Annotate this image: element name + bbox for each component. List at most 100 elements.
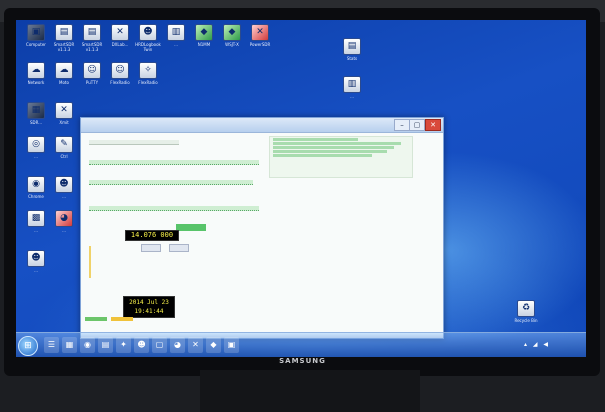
- hrd-logbook-icon[interactable]: ☻ HRDLogbook Twin: [134, 24, 162, 52]
- app-icon-image: ▤: [83, 24, 101, 41]
- control-button[interactable]: [169, 244, 189, 252]
- app-icon[interactable]: ☻ ...: [50, 176, 78, 199]
- app-icon-image: ▦: [27, 102, 45, 119]
- band-activity-panel[interactable]: [269, 136, 413, 178]
- icon-label: Xmit: [59, 120, 69, 125]
- file-icon[interactable]: ▥ ...: [338, 76, 366, 99]
- app-glyph: ◆: [228, 27, 236, 37]
- status-indicator-green: [85, 317, 107, 321]
- app-icon[interactable]: ◎ ...: [22, 136, 50, 159]
- monitor-stand: [200, 370, 420, 412]
- app-glyph: ▤: [59, 27, 69, 37]
- powersdr-icon[interactable]: ✕ PowerSDR: [246, 24, 274, 47]
- icon-label: Computer: [26, 42, 46, 47]
- app-icon[interactable]: ◕ ...: [50, 210, 78, 233]
- clock-display: 2014 Jul 23 19:41:44: [123, 296, 175, 318]
- taskbar-item[interactable]: ▤: [98, 337, 113, 353]
- taskbar-item[interactable]: ✦: [116, 337, 131, 353]
- window-titlebar[interactable]: – ▢ ✕: [81, 118, 443, 133]
- app-icon[interactable]: ▩ ...: [22, 210, 50, 233]
- taskbar-item[interactable]: ✕: [188, 337, 203, 353]
- file-glyph: ▤: [347, 41, 357, 51]
- app-icon-image: ✎: [55, 136, 73, 153]
- clock-date: 2014 Jul 23: [129, 299, 169, 306]
- app-icon-image: ▤: [55, 24, 73, 41]
- icon-label: Network: [27, 80, 45, 85]
- network-icon[interactable]: ☁ Network: [22, 62, 50, 85]
- app-glyph: ☁: [59, 65, 69, 75]
- frequency-display: 14.076 000: [125, 230, 179, 241]
- icon-label: ...: [34, 154, 38, 159]
- app-icon-image: ☻: [139, 24, 157, 41]
- chrome-icon[interactable]: ◉ Chrome: [22, 176, 50, 199]
- icon-label: ...: [34, 268, 38, 273]
- app-icon-image: ◆: [223, 24, 241, 41]
- flexradio2-icon[interactable]: ✧ FlexRadio: [134, 62, 162, 85]
- taskbar-item[interactable]: ◕: [170, 337, 185, 353]
- app-icon[interactable]: ▥ ...: [162, 24, 190, 47]
- taskbar: ⊞ ☰ ▦ ◉ ▤ ✦ ☻ ▢ ◕ ✕ ◆ ▣ ▴ ◢ ◀: [16, 332, 586, 357]
- wsjtx-icon[interactable]: ◆ WSJT-X: [218, 24, 246, 47]
- icon-label: ...: [174, 42, 178, 47]
- recycle-glyph: ♻: [521, 303, 531, 313]
- taskbar-item[interactable]: ▣: [224, 337, 239, 353]
- dxlab-icon[interactable]: ✕ DXLab...: [106, 24, 134, 47]
- tray-icons[interactable]: ▴ ◢ ◀: [524, 341, 550, 348]
- app-window[interactable]: – ▢ ✕ 14.076 000 2014 Jul 23 19:41:44: [80, 117, 444, 339]
- taskbar-item[interactable]: ◉: [80, 337, 95, 353]
- smartsdr-icon[interactable]: ▤ SmartSDR v1.1.3: [50, 24, 78, 52]
- app-glyph: ✕: [256, 27, 264, 37]
- app-icon-image: ✧: [139, 62, 157, 79]
- app-icon-image: ✕: [251, 24, 269, 41]
- file-glyph: ▥: [347, 79, 357, 89]
- app-icon[interactable]: ☁ Moto: [50, 62, 78, 85]
- decoded-message-row[interactable]: [89, 160, 259, 165]
- putty-icon[interactable]: ☺ PuTTY: [78, 62, 106, 85]
- app-icon-image: ◉: [27, 176, 45, 193]
- panel-row: [273, 138, 359, 141]
- maximize-button[interactable]: ▢: [409, 119, 425, 131]
- file-icon[interactable]: ▤ Stats: [338, 38, 366, 61]
- sdr-icon[interactable]: ▦ SDR...: [22, 102, 50, 125]
- app-glyph: ☺: [87, 65, 97, 75]
- recycle-bin-icon[interactable]: ♻ Recycle Bin: [512, 300, 540, 323]
- icon-label: FlexRadio: [138, 80, 158, 85]
- close-button[interactable]: ✕: [425, 119, 441, 131]
- icon-label: DXLab...: [111, 42, 129, 47]
- file-icon-image: ▤: [343, 38, 361, 55]
- monitor-button[interactable]: [176, 224, 206, 231]
- app-icon[interactable]: ☻ ...: [22, 250, 50, 273]
- icon-label: FlexRadio: [110, 80, 130, 85]
- ctrl-icon[interactable]: ✎ Ctrl: [50, 136, 78, 159]
- app-glyph: ✧: [144, 65, 152, 75]
- app-icon-image: ◕: [55, 210, 73, 227]
- decoded-message-row[interactable]: [89, 180, 253, 185]
- app-icon-image: ◆: [195, 24, 213, 41]
- taskbar-item[interactable]: ☰: [44, 337, 59, 353]
- taskbar-item[interactable]: ◆: [206, 337, 221, 353]
- app-glyph: ☻: [31, 253, 41, 263]
- n1mm-icon[interactable]: ◆ N1MM: [190, 24, 218, 47]
- app-glyph: ▥: [171, 27, 181, 37]
- minimize-button[interactable]: –: [394, 119, 410, 131]
- icon-label: N1MM: [197, 42, 211, 47]
- flexradio-icon[interactable]: ☺ FlexRadio: [106, 62, 134, 85]
- desktop-screen: ▣ Computer ▤ SmartSDR v1.1.3 ▤ SmartSDR …: [16, 20, 586, 357]
- decoded-message-row[interactable]: [89, 206, 259, 211]
- computer-icon[interactable]: ▣ Computer: [22, 24, 50, 47]
- signal-level-bar: [89, 246, 91, 278]
- app-glyph: ◉: [32, 179, 40, 189]
- app-icon-image: ☻: [55, 176, 73, 193]
- app-icon-image: ▥: [167, 24, 185, 41]
- taskbar-item[interactable]: ▢: [152, 337, 167, 353]
- taskbar-item[interactable]: ☻: [134, 337, 149, 353]
- smartsdr2-icon[interactable]: ▤ SmartSDR v1.1.3: [78, 24, 106, 52]
- panel-row: [273, 146, 394, 149]
- start-button[interactable]: ⊞: [18, 336, 38, 356]
- taskbar-item[interactable]: ▦: [62, 337, 77, 353]
- app-glyph: ◎: [32, 139, 40, 149]
- app-glyph: ▩: [31, 213, 41, 223]
- network-icon-image: ☁: [27, 62, 45, 79]
- control-button[interactable]: [141, 244, 161, 252]
- xmit-icon[interactable]: ✕ Xmit: [50, 102, 78, 125]
